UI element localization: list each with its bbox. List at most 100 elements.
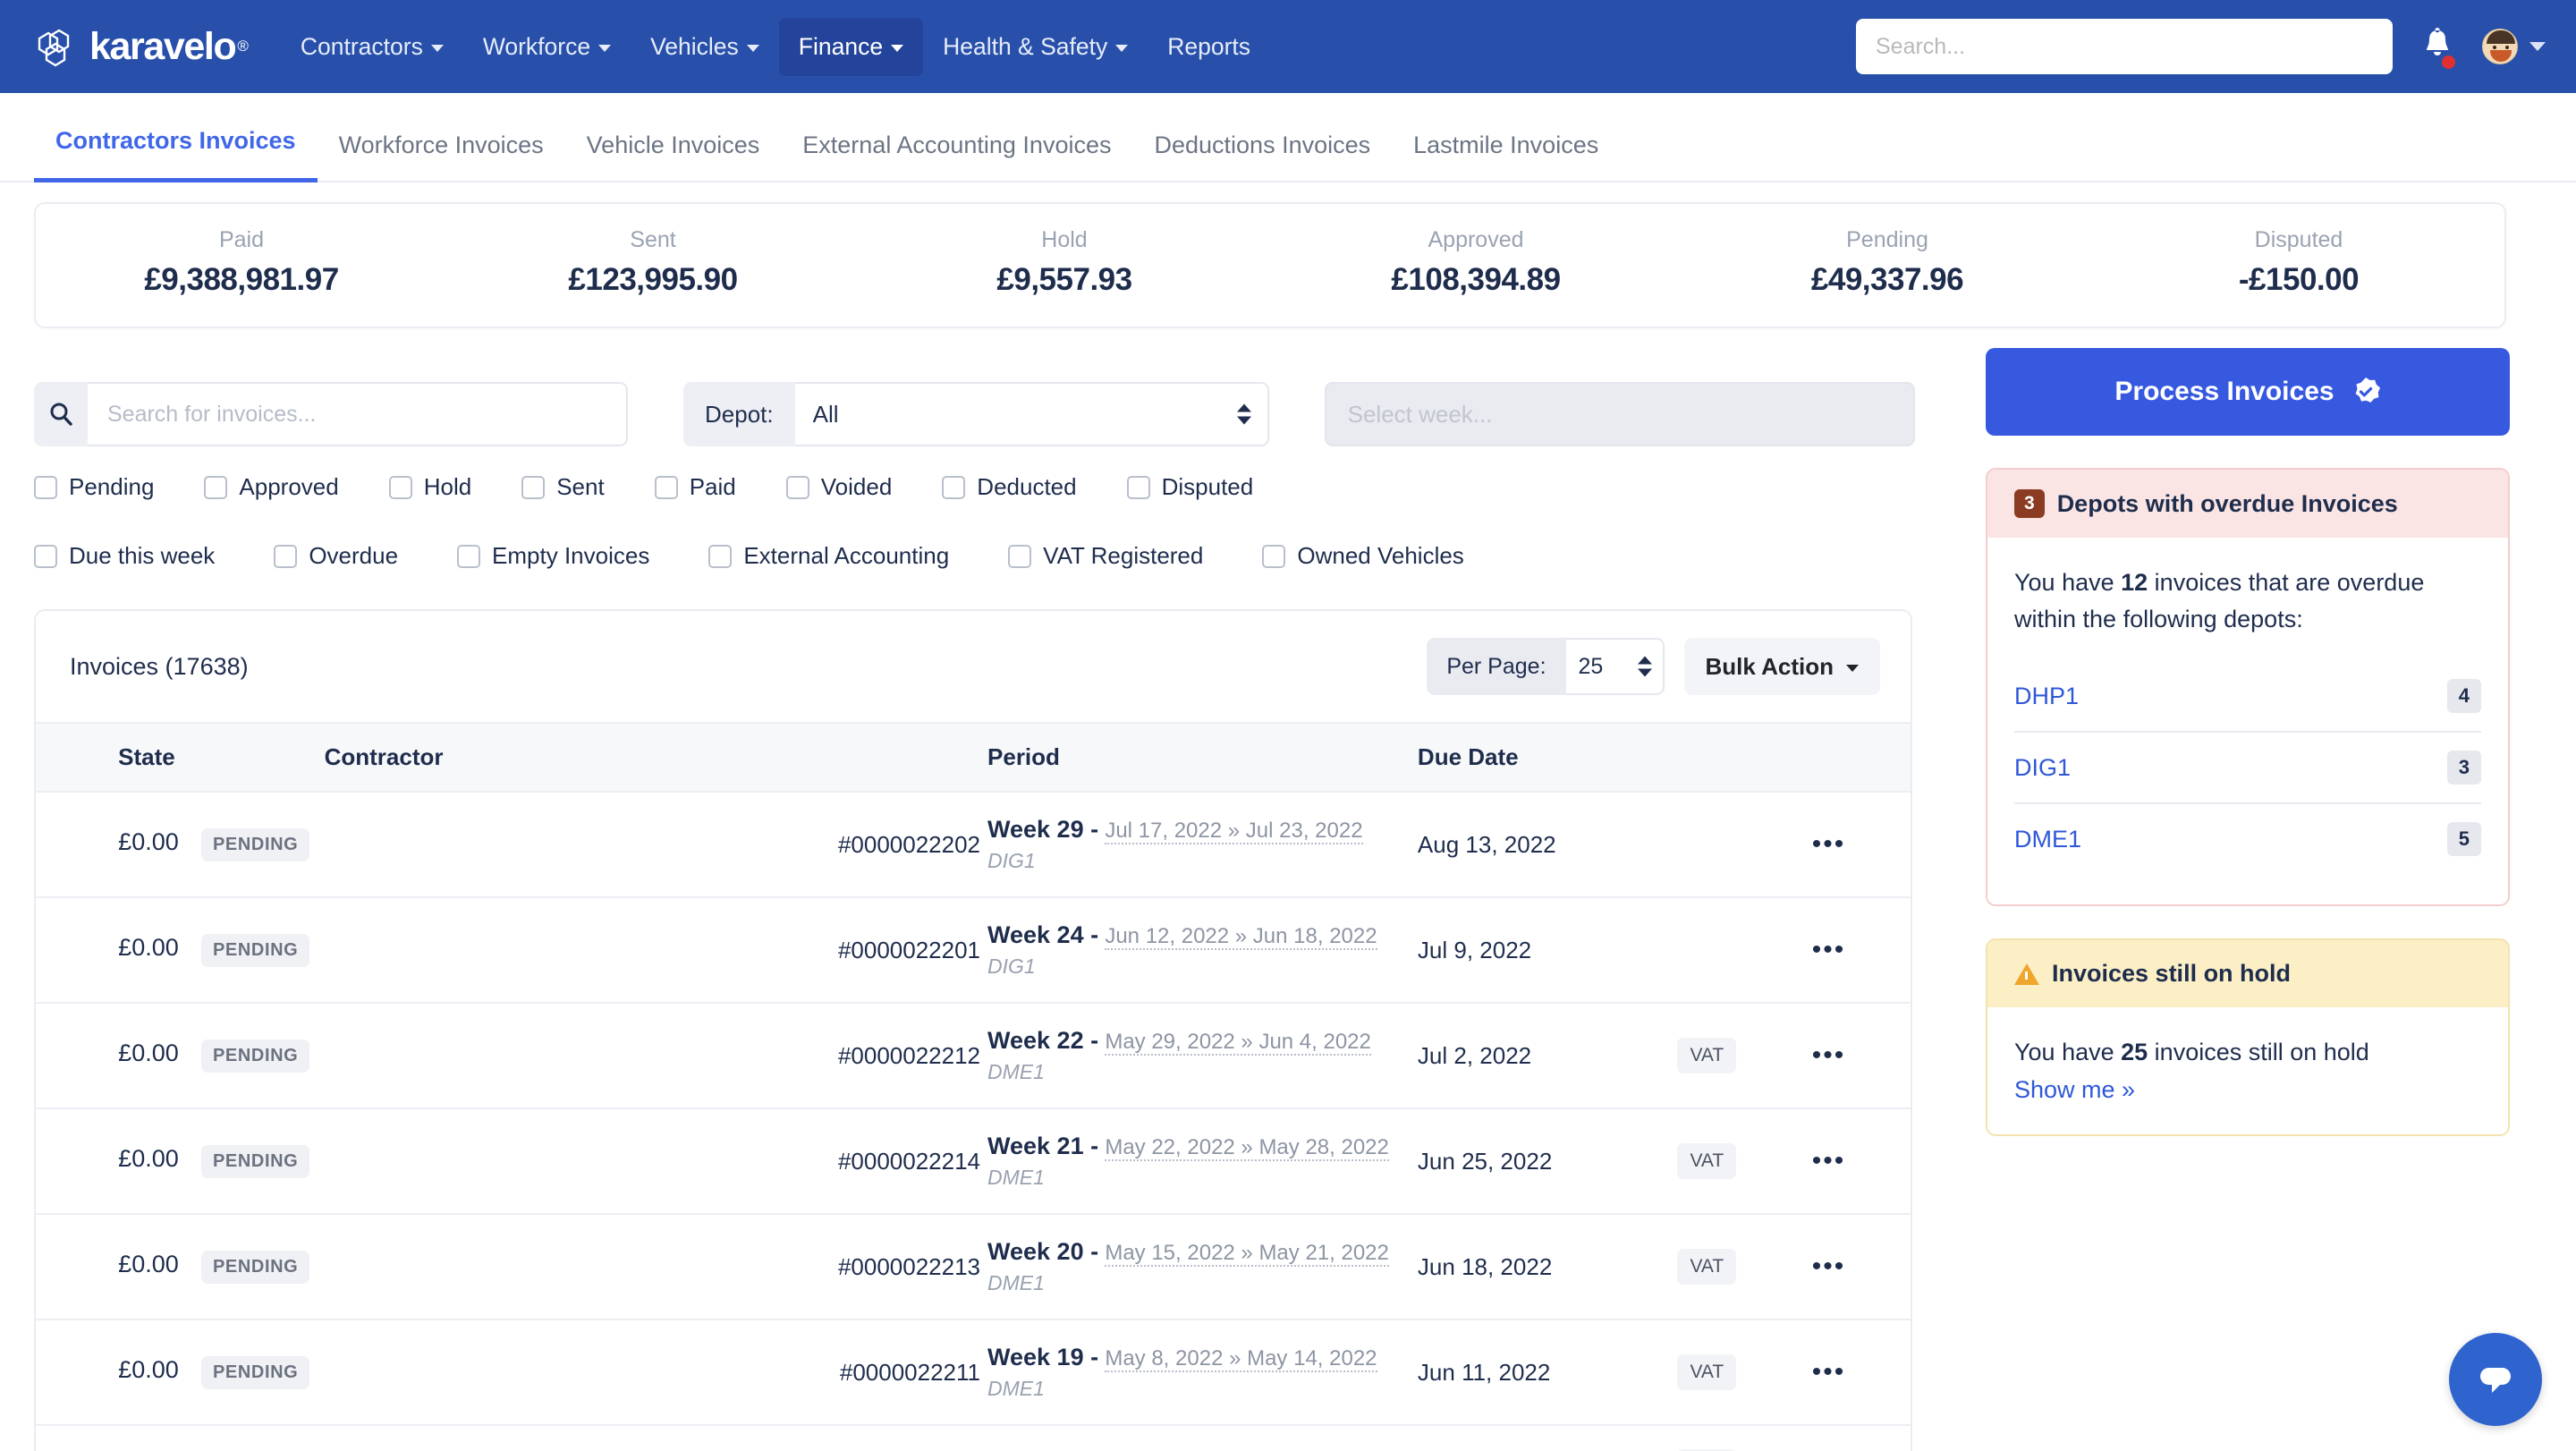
checkbox-owned-vehicles[interactable]: Owned Vehicles [1262,542,1463,570]
checkbox-label: Hold [424,473,471,501]
row-period-range[interactable]: May 29, 2022 » Jun 4, 2022 [1105,1030,1371,1056]
checkbox-box[interactable] [1008,545,1031,568]
nav-item-health-safety[interactable]: Health & Safety [923,18,1148,76]
column-header-state[interactable]: State [118,723,324,792]
checkbox-box[interactable] [204,476,227,499]
table-row[interactable]: £0.00 PENDING #0000022209 Week 18 - May … [36,1425,1911,1451]
status-badge: PENDING [201,1356,309,1389]
row-depot: DME1 [987,1166,1418,1190]
checkbox-box[interactable] [655,476,678,499]
tab-external-accounting-invoices[interactable]: External Accounting Invoices [781,132,1132,182]
list-item[interactable]: DME1 5 [2014,804,2481,874]
checkbox-box[interactable] [786,476,809,499]
ellipsis-icon[interactable]: ••• [1812,1146,1846,1175]
checkbox-disputed[interactable]: Disputed [1127,473,1254,501]
checkbox-label: Empty Invoices [492,542,649,570]
ellipsis-icon[interactable]: ••• [1812,1040,1846,1070]
checkbox-hold[interactable]: Hold [389,473,471,501]
checkbox-pending[interactable]: Pending [34,473,154,501]
depot-select[interactable]: All [795,382,1269,446]
column-header-period[interactable]: Period [987,723,1418,792]
show-me-link[interactable]: Show me » [2014,1076,2481,1104]
checkbox-overdue[interactable]: Overdue [274,542,398,570]
table-row[interactable]: £0.00 PENDING #0000022201 Week 24 - Jun … [36,897,1911,1003]
checkbox-external-accounting[interactable]: External Accounting [708,542,949,570]
chat-widget-button[interactable] [2449,1333,2542,1426]
nav-item-finance[interactable]: Finance [779,18,923,76]
column-header-contractor[interactable]: Contractor [325,723,987,792]
checkbox-box[interactable] [457,545,480,568]
depot-count-badge: 5 [2447,822,2481,856]
row-period-cell: Week 19 - May 8, 2022 » May 14, 2022 DME… [987,1319,1418,1425]
nav-item-reports[interactable]: Reports [1148,18,1270,76]
column-header-due-date[interactable]: Due Date [1418,723,1678,792]
checkbox-box[interactable] [708,545,732,568]
checkbox-box[interactable] [274,545,297,568]
tab-deductions-invoices[interactable]: Deductions Invoices [1132,132,1392,182]
week-select-input[interactable] [1325,382,1915,446]
invoice-search-group [34,382,628,446]
row-period-range[interactable]: May 8, 2022 » May 14, 2022 [1105,1346,1377,1372]
depot-link-dme1[interactable]: DME1 [2014,826,2081,853]
global-search-input[interactable] [1856,19,2393,74]
row-period-range[interactable]: May 22, 2022 » May 28, 2022 [1105,1135,1389,1161]
table-row[interactable]: £0.00 PENDING #0000022202 Week 29 - Jul … [36,792,1911,897]
checkbox-deducted[interactable]: Deducted [942,473,1076,501]
row-actions-cell: ••• [1812,897,1911,1003]
tab-lastmile-invoices[interactable]: Lastmile Invoices [1392,132,1620,182]
table-row[interactable]: £0.00 PENDING #0000022213 Week 20 - May … [36,1214,1911,1319]
list-item[interactable]: DIG1 3 [2014,733,2481,804]
nav-item-vehicles[interactable]: Vehicles [631,18,779,76]
checkbox-box[interactable] [1262,545,1285,568]
tab-contractors-invoices[interactable]: Contractors Invoices [34,127,318,182]
row-vat-cell: VAT [1677,1425,1811,1451]
bulk-action-button[interactable]: Bulk Action [1684,638,1880,695]
stat-value: -£150.00 [2093,262,2504,298]
row-state-cell: £0.00 PENDING [118,1425,324,1451]
checkbox-box[interactable] [521,476,545,499]
user-menu-button[interactable] [2482,29,2546,64]
notification-badge [2439,53,2458,72]
notifications-button[interactable] [2419,25,2455,68]
row-period-range[interactable]: Jun 12, 2022 » Jun 18, 2022 [1105,924,1377,950]
checkbox-due-this-week[interactable]: Due this week [34,542,215,570]
checkbox-box[interactable] [34,476,57,499]
stat-value: £9,557.93 [859,262,1270,298]
checkbox-vat-registered[interactable]: VAT Registered [1008,542,1203,570]
tab-vehicle-invoices[interactable]: Vehicle Invoices [565,132,782,182]
checkbox-voided[interactable]: Voided [786,473,893,501]
tab-workforce-invoices[interactable]: Workforce Invoices [318,132,565,182]
brand-logo-link[interactable]: karavelo ® [36,26,249,67]
nav-item-workforce[interactable]: Workforce [463,18,631,76]
ellipsis-icon[interactable]: ••• [1812,829,1846,859]
checkbox-sent[interactable]: Sent [521,473,605,501]
ellipsis-icon[interactable]: ••• [1812,1357,1846,1387]
per-page-select[interactable]: 25 [1566,638,1665,695]
row-period-week: Week 20 - [987,1238,1098,1265]
depot-link-dhp1[interactable]: DHP1 [2014,683,2079,710]
depot-link-dig1[interactable]: DIG1 [2014,754,2071,782]
process-invoices-button[interactable]: Process Invoices [1986,348,2510,436]
stat-value: £123,995.90 [447,262,859,298]
table-row[interactable]: £0.00 PENDING #0000022211 Week 19 - May … [36,1319,1911,1425]
checkbox-paid[interactable]: Paid [655,473,736,501]
chevron-down-icon [431,45,444,52]
checkbox-box[interactable] [942,476,965,499]
ellipsis-icon[interactable]: ••• [1812,1252,1846,1281]
checkbox-empty-invoices[interactable]: Empty Invoices [457,542,649,570]
nav-item-contractors[interactable]: Contractors [281,18,463,76]
table-row[interactable]: £0.00 PENDING #0000022212 Week 22 - May … [36,1003,1911,1108]
search-input[interactable] [88,382,628,446]
checkbox-box[interactable] [34,545,57,568]
list-item[interactable]: DHP1 4 [2014,661,2481,733]
checkbox-box[interactable] [1127,476,1150,499]
row-period-range[interactable]: May 15, 2022 » May 21, 2022 [1105,1241,1389,1267]
checkbox-box[interactable] [389,476,412,499]
stat-value: £49,337.96 [1682,262,2093,298]
table-row[interactable]: £0.00 PENDING #0000022214 Week 21 - May … [36,1108,1911,1214]
row-period-range[interactable]: Jul 17, 2022 » Jul 23, 2022 [1105,819,1362,844]
brand-name: karavelo [89,28,235,66]
ellipsis-icon[interactable]: ••• [1812,935,1846,964]
status-badge: 3 [2014,489,2045,518]
checkbox-approved[interactable]: Approved [204,473,338,501]
